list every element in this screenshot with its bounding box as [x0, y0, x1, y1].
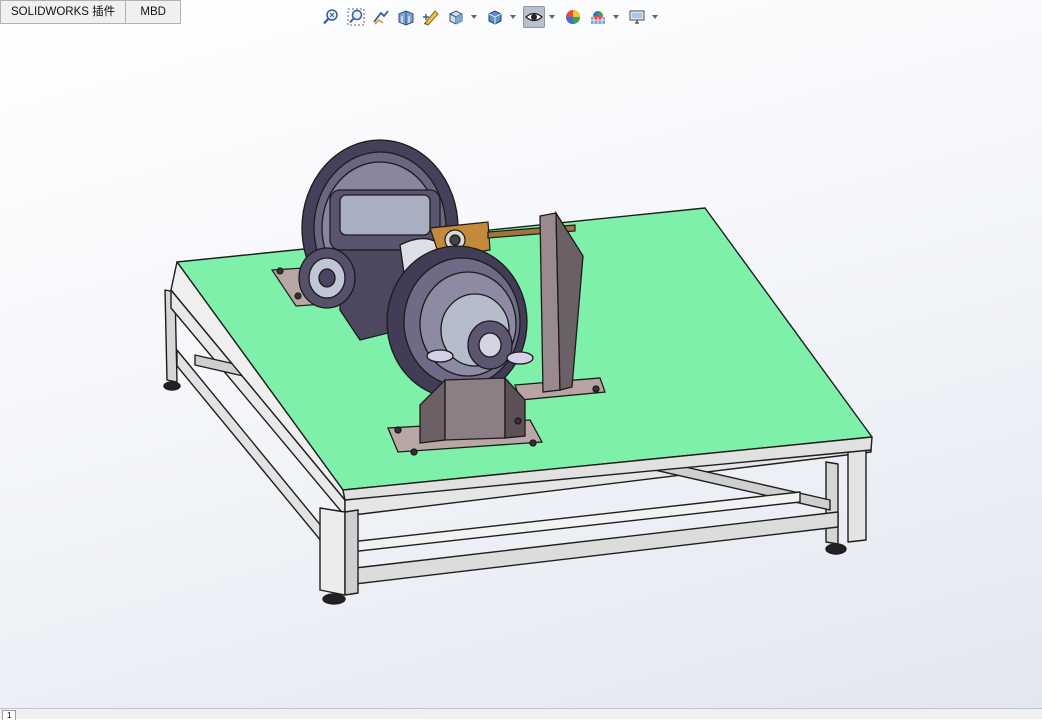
zoom-to-area-icon	[347, 8, 365, 26]
previous-view-icon	[373, 10, 389, 25]
view-orientation-dropdown[interactable]	[470, 6, 478, 28]
section-view-button[interactable]	[395, 6, 417, 28]
zoom-to-fit-icon	[323, 9, 338, 25]
hide-show-items-dropdown[interactable]	[548, 6, 556, 28]
view-setting-dropdown[interactable]	[651, 6, 659, 28]
view-setting-icon	[629, 10, 645, 24]
chevron-down-icon	[471, 15, 477, 19]
chevron-down-icon	[652, 15, 658, 19]
edit-appearance-button[interactable]	[562, 6, 584, 28]
view-setting-button[interactable]	[626, 6, 648, 28]
status-bar: 1	[0, 708, 1042, 720]
display-style-dropdown[interactable]	[509, 6, 517, 28]
section-view-icon	[398, 10, 414, 26]
chevron-down-icon	[613, 15, 619, 19]
tab-mbd[interactable]: MBD	[125, 0, 182, 24]
command-manager-tabs: SOLIDWORKS 插件 MBD	[0, 0, 182, 24]
display-style-icon	[488, 10, 502, 25]
display-style-button[interactable]	[484, 6, 506, 28]
apply-scene-button[interactable]	[587, 6, 609, 28]
view-orientation-icon	[449, 10, 463, 25]
apply-scene-icon	[591, 11, 605, 24]
zoom-to-area-button[interactable]	[345, 6, 367, 28]
dynamic-annotation-icon	[423, 10, 439, 26]
heads-up-view-toolbar	[320, 5, 665, 29]
tab-solidworks-addins[interactable]: SOLIDWORKS 插件	[0, 0, 127, 24]
edit-appearance-icon	[566, 10, 580, 24]
hide-show-items-icon	[525, 12, 543, 22]
hide-show-items-button[interactable]	[523, 6, 545, 28]
chevron-down-icon	[549, 15, 555, 19]
view-orientation-button[interactable]	[445, 6, 467, 28]
dynamic-annotation-button[interactable]	[420, 6, 442, 28]
previous-view-button[interactable]	[370, 6, 392, 28]
apply-scene-dropdown[interactable]	[612, 6, 620, 28]
sheet-tab[interactable]: 1	[2, 710, 17, 720]
zoom-to-fit-button[interactable]	[320, 6, 342, 28]
graphics-area[interactable]	[0, 30, 1042, 708]
chevron-down-icon	[510, 15, 516, 19]
